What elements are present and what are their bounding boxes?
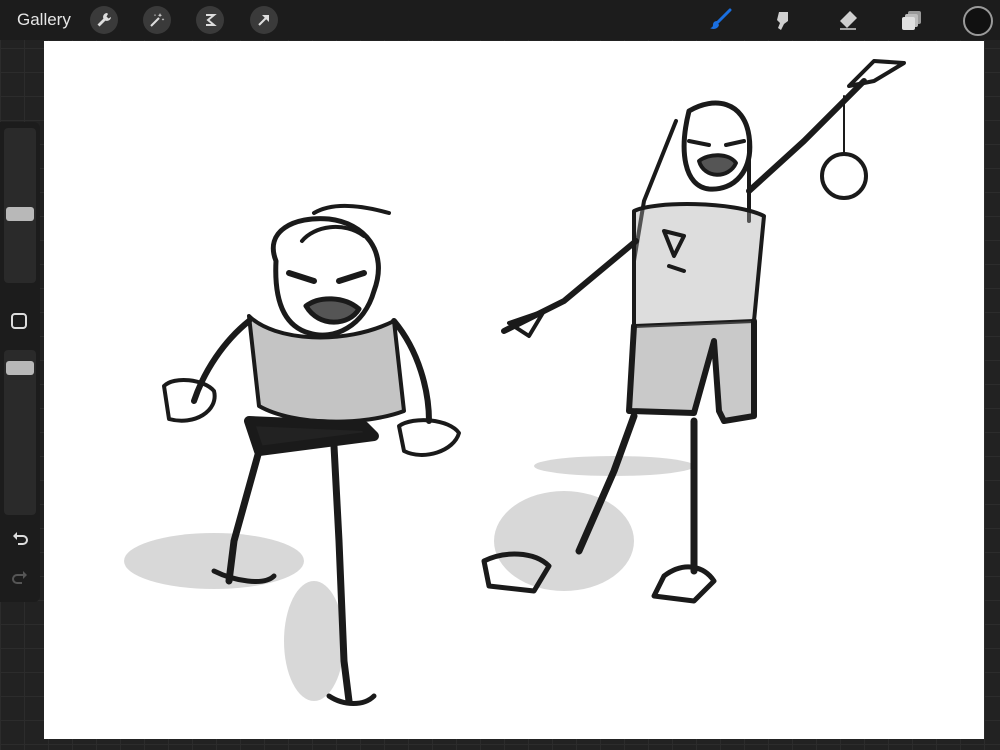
redo-icon[interactable] (10, 569, 30, 589)
undo-icon[interactable] (10, 530, 30, 550)
selection-icon (206, 14, 217, 26)
layers-icon (902, 11, 921, 30)
left-sidebar (0, 122, 40, 602)
brush-size-slider[interactable] (4, 128, 36, 283)
eraser-tool-button[interactable] (834, 6, 862, 34)
adjustments-button[interactable] (143, 6, 171, 34)
wrench-icon (97, 13, 111, 27)
actions-button[interactable] (90, 6, 118, 34)
transform-button[interactable] (250, 6, 278, 34)
selection-button[interactable] (196, 6, 224, 34)
top-toolbar: Gallery (0, 0, 1000, 40)
brush-icon (710, 8, 732, 29)
smudge-icon (777, 12, 788, 30)
transform-arrow-icon (258, 15, 269, 26)
smudge-tool-button[interactable] (769, 6, 797, 34)
opacity-thumb[interactable] (6, 361, 34, 375)
layers-button[interactable] (898, 6, 926, 34)
eraser-icon (840, 11, 857, 30)
drawing-canvas[interactable] (44, 41, 984, 739)
magic-wand-icon (150, 13, 165, 27)
color-picker-button[interactable] (963, 6, 993, 36)
sketch-artwork (124, 59, 906, 706)
opacity-slider[interactable] (4, 350, 36, 515)
gallery-button[interactable]: Gallery (17, 10, 71, 30)
brush-tool-button[interactable] (706, 6, 734, 34)
modify-button[interactable] (11, 313, 27, 329)
brush-size-thumb[interactable] (6, 207, 34, 221)
